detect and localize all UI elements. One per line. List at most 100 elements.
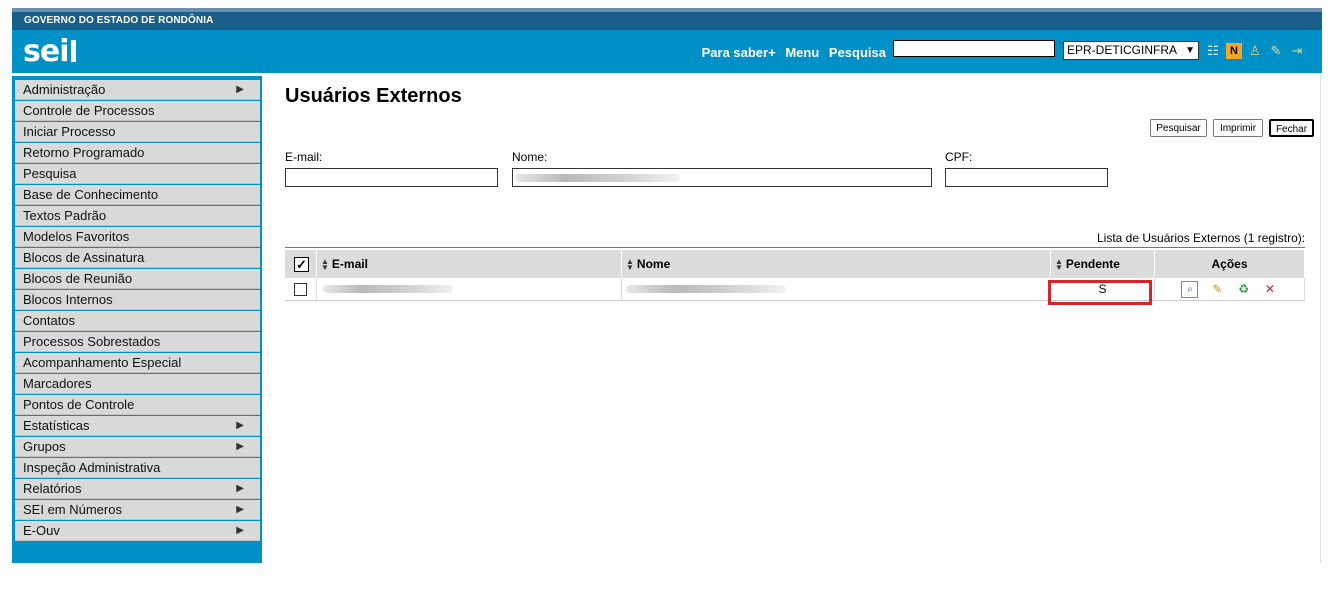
sidebar-item-retorno-programado[interactable]: Retorno Programado <box>15 143 260 163</box>
sidebar-item-grupos[interactable]: Grupos ▶ <box>15 437 260 457</box>
row-select-cell <box>285 278 317 301</box>
print-button[interactable]: Imprimir <box>1213 119 1263 137</box>
sidebar-item-textos-padrao[interactable]: Textos Padrão <box>15 206 260 226</box>
list-icon[interactable]: ☷ <box>1205 43 1221 59</box>
select-all-header: ✓ <box>285 250 317 278</box>
content-border <box>1320 76 1321 563</box>
email-column-label: E-mail <box>331 257 368 271</box>
chevron-right-icon: ▶ <box>236 504 244 515</box>
sidebar-item-label: E-Ouv <box>23 523 60 538</box>
sidebar-item-label: Processos Sobrestados <box>23 334 161 349</box>
chevron-right-icon: ▶ <box>236 483 244 494</box>
email-cell <box>316 278 622 301</box>
cpf-field[interactable] <box>945 168 1108 187</box>
chevron-down-icon: ▼ <box>1185 45 1195 56</box>
redacted-name <box>626 285 786 293</box>
sei-logo[interactable]: sei <box>23 34 76 69</box>
header-links: Para saber+ Menu Pesquisa <box>696 45 886 60</box>
sidebar-item-label: SEI em Números <box>23 502 122 517</box>
sidebar-item-label: Blocos Internos <box>23 292 113 307</box>
sidebar: Administração ▶ Controle de Processos Inici… <box>12 76 262 563</box>
link-menu[interactable]: Menu <box>785 45 819 60</box>
name-field[interactable] <box>512 168 932 187</box>
pendente-column-header[interactable]: ▲ ▼ Pendente <box>1050 250 1155 278</box>
select-all-checkbox[interactable]: ✓ <box>294 256 309 272</box>
sidebar-item-modelos-favoritos[interactable]: Modelos Favoritos <box>15 227 260 247</box>
unit-select-value: EPR-DETICGINFRA <box>1067 43 1178 57</box>
sidebar-item-processos-sobrestados[interactable]: Processos Sobrestados <box>15 332 260 352</box>
sidebar-item-label: Marcadores <box>23 376 92 391</box>
sidebar-item-pontos-de-controle[interactable]: Pontos de Controle <box>15 395 260 415</box>
email-label: E-mail: <box>285 150 323 164</box>
notes-icon[interactable]: N <box>1226 43 1242 59</box>
email-field[interactable] <box>285 168 498 187</box>
view-icon[interactable]: ⌕ <box>1181 280 1199 298</box>
sidebar-item-label: Blocos de Reunião <box>23 271 133 286</box>
chevron-right-icon: ▶ <box>236 84 244 95</box>
sidebar-item-e-ouv[interactable]: E-Ouv ▶ <box>15 521 260 541</box>
reactivate-icon[interactable]: ♻ <box>1236 282 1251 297</box>
sidebar-item-label: Estatísticas <box>23 418 90 433</box>
sidebar-item-label: Acompanhamento Especial <box>23 355 182 370</box>
link-pesquisa[interactable]: Pesquisa <box>829 45 886 60</box>
chevron-right-icon: ▶ <box>236 525 244 536</box>
redacted-name-value <box>515 174 680 182</box>
sidebar-item-label: Inspeção Administrativa <box>23 460 161 475</box>
sidebar-item-label: Pontos de Controle <box>23 397 135 412</box>
actions-column-header: Ações <box>1154 250 1305 278</box>
delete-icon[interactable]: ✕ <box>1263 282 1278 297</box>
sidebar-menu: Administração ▶ Controle de Processos Inici… <box>15 80 260 542</box>
sidebar-item-label: Contatos <box>23 313 76 328</box>
sidebar-item-label: Blocos de Assinatura <box>23 250 145 265</box>
cpf-label: CPF: <box>945 150 973 164</box>
header-search-input[interactable] <box>893 40 1055 57</box>
pendente-column-label: Pendente <box>1065 257 1120 271</box>
search-button[interactable]: Pesquisar <box>1150 119 1207 137</box>
sidebar-item-base-de-conhecimento[interactable]: Base de Conhecimento <box>15 185 260 205</box>
sidebar-item-controle-de-processos[interactable]: Controle de Processos <box>15 101 260 121</box>
sort-icon[interactable]: ▲ ▼ <box>1055 257 1063 271</box>
redacted-email <box>323 285 453 293</box>
sidebar-item-administracao[interactable]: Administração ▶ <box>15 80 260 100</box>
email-column-header[interactable]: ▲ ▼ E-mail <box>316 250 622 278</box>
sidebar-item-label: Pesquisa <box>23 166 77 181</box>
sidebar-item-blocos-de-reuniao[interactable]: Blocos de Reunião <box>15 269 260 289</box>
sidebar-item-estatisticas[interactable]: Estatísticas ▶ <box>15 416 260 436</box>
sidebar-item-relatorios[interactable]: Relatórios ▶ <box>15 479 260 499</box>
name-cell <box>621 278 1051 301</box>
sidebar-item-contatos[interactable]: Contatos <box>15 311 260 331</box>
page-title: Usuários Externos <box>285 85 462 107</box>
header-icons: ☷ N ♙ ✎ ⇥ <box>1205 43 1305 59</box>
tools-icon[interactable]: ✎ <box>1268 43 1284 59</box>
list-caption: Lista de Usuários Externos (1 registro): <box>1097 231 1306 245</box>
sort-icon[interactable]: ▲ ▼ <box>321 257 329 271</box>
sidebar-item-label: Modelos Favoritos <box>23 229 130 244</box>
sidebar-item-pesquisa[interactable]: Pesquisa <box>15 164 260 184</box>
unit-select[interactable]: EPR-DETICGINFRA ▼ <box>1063 41 1199 60</box>
sidebar-item-label: Retorno Programado <box>23 145 145 160</box>
row-checkbox[interactable] <box>294 283 307 297</box>
sidebar-item-label: Administração <box>23 82 106 97</box>
sidebar-item-iniciar-processo[interactable]: Iniciar Processo <box>15 122 260 142</box>
user-icon[interactable]: ♙ <box>1247 43 1263 59</box>
sidebar-item-blocos-de-assinatura[interactable]: Blocos de Assinatura <box>15 248 260 268</box>
sidebar-item-label: Iniciar Processo <box>23 124 116 139</box>
sidebar-item-inspecao-administrativa[interactable]: Inspeção Administrativa <box>15 458 260 478</box>
link-para-saber[interactable]: Para saber+ <box>702 45 776 60</box>
table-top-rule <box>285 247 1305 248</box>
edit-icon[interactable]: ✎ <box>1210 282 1225 297</box>
name-column-header[interactable]: ▲ ▼ Nome <box>621 250 1051 278</box>
sidebar-item-marcadores[interactable]: Marcadores <box>15 374 260 394</box>
chevron-right-icon: ▶ <box>236 420 244 431</box>
sidebar-item-label: Controle de Processos <box>23 103 155 118</box>
sort-icon[interactable]: ▲ ▼ <box>626 257 634 271</box>
name-column-label: Nome <box>636 257 671 271</box>
sidebar-item-acompanhamento-especial[interactable]: Acompanhamento Especial <box>15 353 260 373</box>
sidebar-item-blocos-internos[interactable]: Blocos Internos <box>15 290 260 310</box>
close-button[interactable]: Fechar <box>1269 119 1314 137</box>
logout-icon[interactable]: ⇥ <box>1289 43 1305 59</box>
logo-mark <box>70 40 76 62</box>
sidebar-item-sei-em-numeros[interactable]: SEI em Números ▶ <box>15 500 260 520</box>
government-bar: GOVERNO DO ESTADO DE RONDÔNIA <box>12 8 1322 30</box>
sidebar-item-label: Textos Padrão <box>23 208 107 223</box>
